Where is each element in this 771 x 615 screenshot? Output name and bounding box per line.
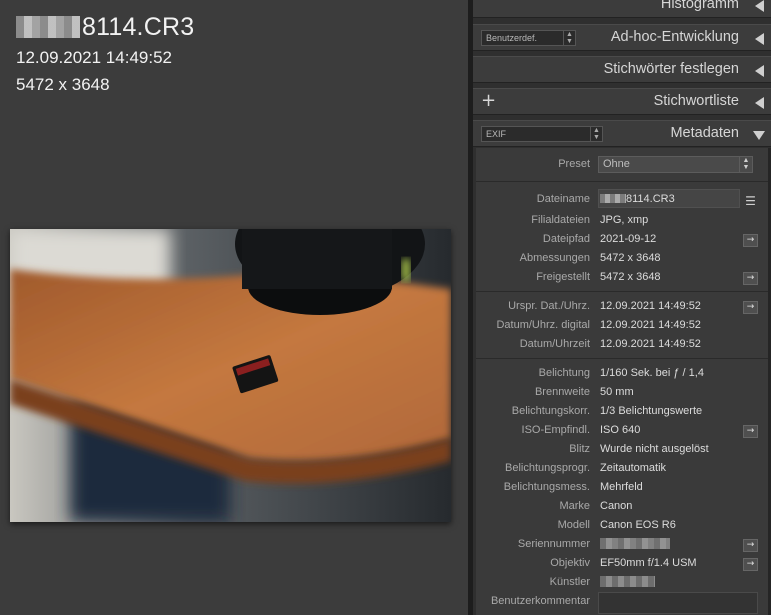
quick-develop-preset-value: Benutzerdef. — [486, 33, 538, 43]
model-value: Canon EOS R6 — [600, 519, 676, 531]
spin-updown-icon[interactable]: ▲ ▼ — [739, 157, 752, 172]
lens-label: Objektiv — [550, 557, 590, 569]
spin-updown-icon[interactable]: ▲ ▼ — [590, 127, 602, 141]
keywording-title: Stichwörter festlegen — [603, 61, 739, 77]
exposure-bias-value: 1/3 Belichtungswerte — [600, 405, 703, 417]
metadata-panel-header[interactable]: EXIF ▲ ▼ Metadaten — [473, 120, 771, 147]
goto-serial-arrow-icon[interactable]: → — [743, 539, 758, 552]
overlay-filename-suffix: 8114.CR3 — [82, 13, 195, 41]
digitized-value: 12.09.2021 14:49:52 — [600, 319, 701, 331]
metadata-title: Metadaten — [670, 125, 739, 141]
flash-label: Blitz — [569, 443, 590, 455]
metadata-preset-select[interactable]: Ohne ▲ ▼ — [598, 156, 753, 173]
redacted-filename-prefix — [16, 16, 80, 38]
model-label: Modell — [557, 519, 590, 531]
date-time-value: 12.09.2021 14:49:52 — [600, 338, 701, 350]
overlay-filename: 8114.CR3 — [16, 13, 194, 42]
filename-label: Dateiname — [536, 193, 590, 205]
overlay-capture-date: 12.09.2021 14:49:52 — [16, 48, 172, 67]
exposure-value: 1/160 Sek. bei ƒ / 1,4 — [600, 367, 704, 379]
lens-value: EF50mm f/1.4 USM — [600, 557, 697, 569]
photo-preview[interactable] — [10, 229, 451, 522]
redacted-artist — [600, 576, 655, 587]
orig-date-value: 12.09.2021 14:49:52 — [600, 300, 701, 312]
date-time-label: Datum/Uhrzeit — [519, 338, 590, 350]
exposure-label: Belichtung — [538, 367, 590, 379]
focal-length-label: Brennweite — [534, 386, 590, 398]
collapse-left-triangle-icon[interactable] — [755, 33, 764, 45]
metadata-panel-body: Preset Ohne ▲ ▼ Dateiname 8114.CR3 ☰ Fili… — [476, 148, 768, 615]
section-divider — [476, 291, 768, 292]
histogram-panel-header[interactable]: Histogramm — [473, 0, 771, 18]
sidecar-value: JPG, xmp — [600, 214, 649, 226]
collapse-left-triangle-icon[interactable] — [755, 65, 764, 77]
lightroom-library-window: 8114.CR3 12.09.2021 14:49:52 5472 x 3648 — [0, 0, 771, 615]
folder-label: Dateipfad — [542, 233, 590, 245]
exposure-bias-label: Belichtungskorr. — [511, 405, 590, 417]
filename-value-suffix: 8114.CR3 — [626, 193, 675, 205]
keyword-list-title: Stichwortliste — [653, 93, 739, 109]
collapse-left-triangle-icon[interactable] — [755, 0, 764, 12]
make-label: Marke — [559, 500, 590, 512]
serial-label: Seriennummer — [517, 538, 590, 550]
artist-label: Künstler — [549, 576, 590, 588]
iso-value: ISO 640 — [600, 424, 641, 436]
orig-date-label: Urspr. Dat./Uhrz. — [508, 300, 590, 312]
metadata-preset-row: Preset Ohne ▲ ▼ — [476, 148, 768, 182]
keywording-panel-header[interactable]: Stichwörter festlegen — [473, 56, 771, 83]
add-keyword-plus-icon[interactable]: + — [481, 90, 496, 111]
metadata-view-value: EXIF — [486, 129, 507, 139]
filename-value: 8114.CR3 — [600, 193, 675, 205]
dimensions-label: Abmessungen — [519, 252, 590, 264]
redacted-serial — [600, 538, 670, 549]
sidecar-label: Filialdateien — [531, 214, 590, 226]
expand-down-triangle-icon[interactable] — [753, 131, 765, 140]
serial-value-redacted — [600, 538, 670, 550]
user-comment-label: Benutzerkommentar — [490, 595, 590, 607]
redacted-filename-prefix — [600, 194, 626, 203]
section-divider — [476, 358, 768, 359]
keyword-list-panel-header[interactable]: + Stichwortliste — [473, 88, 771, 115]
goto-folder-arrow-icon[interactable]: → — [743, 234, 758, 247]
list-icon[interactable]: ☰ — [743, 194, 758, 209]
quick-develop-title: Ad-hoc-Entwicklung — [610, 29, 739, 45]
goto-lens-arrow-icon[interactable]: → — [743, 558, 758, 571]
dimensions-value: 5472 x 3648 — [600, 252, 661, 264]
preset-label: Preset — [558, 158, 590, 170]
histogram-title: Histogramm — [660, 0, 739, 12]
loupe-viewer[interactable]: 8114.CR3 12.09.2021 14:49:52 5472 x 3648 — [0, 0, 470, 615]
flash-value: Wurde nicht ausgelöst — [600, 443, 709, 455]
right-panel: Histogramm Benutzerdef. ▲ ▼ Ad-hoc-Entwic… — [473, 0, 771, 615]
overlay-dimensions: 5472 x 3648 — [16, 75, 110, 94]
photo-image — [10, 229, 451, 522]
user-comment-field[interactable] — [598, 592, 758, 614]
make-value: Canon — [600, 500, 633, 512]
metering-value: Mehrfeld — [600, 481, 643, 493]
artist-value-redacted — [600, 576, 655, 588]
quick-develop-panel-header[interactable]: Benutzerdef. ▲ ▼ Ad-hoc-Entwicklung — [473, 24, 771, 51]
goto-iso-arrow-icon[interactable]: → — [743, 425, 758, 438]
goto-crop-arrow-icon[interactable]: → — [743, 272, 758, 285]
iso-label: ISO-Empfindl. — [521, 424, 590, 436]
exposure-program-label: Belichtungsprogr. — [505, 462, 590, 474]
cropped-value: 5472 x 3648 — [600, 271, 661, 283]
focal-length-value: 50 mm — [600, 386, 634, 398]
spin-updown-icon[interactable]: ▲ ▼ — [563, 31, 575, 45]
goto-date-arrow-icon[interactable]: → — [743, 301, 758, 314]
exposure-program-value: Zeitautomatik — [600, 462, 667, 474]
preset-value: Ohne — [603, 158, 630, 170]
cropped-label: Freigestellt — [536, 271, 590, 283]
collapse-left-triangle-icon[interactable] — [755, 97, 764, 109]
metadata-view-select[interactable]: EXIF ▲ ▼ — [481, 126, 603, 142]
digitized-label: Datum/Uhrz. digital — [496, 319, 590, 331]
folder-value: 2021-09-12 — [600, 233, 657, 245]
quick-develop-preset-select[interactable]: Benutzerdef. ▲ ▼ — [481, 30, 576, 46]
metering-label: Belichtungsmess. — [503, 481, 590, 493]
